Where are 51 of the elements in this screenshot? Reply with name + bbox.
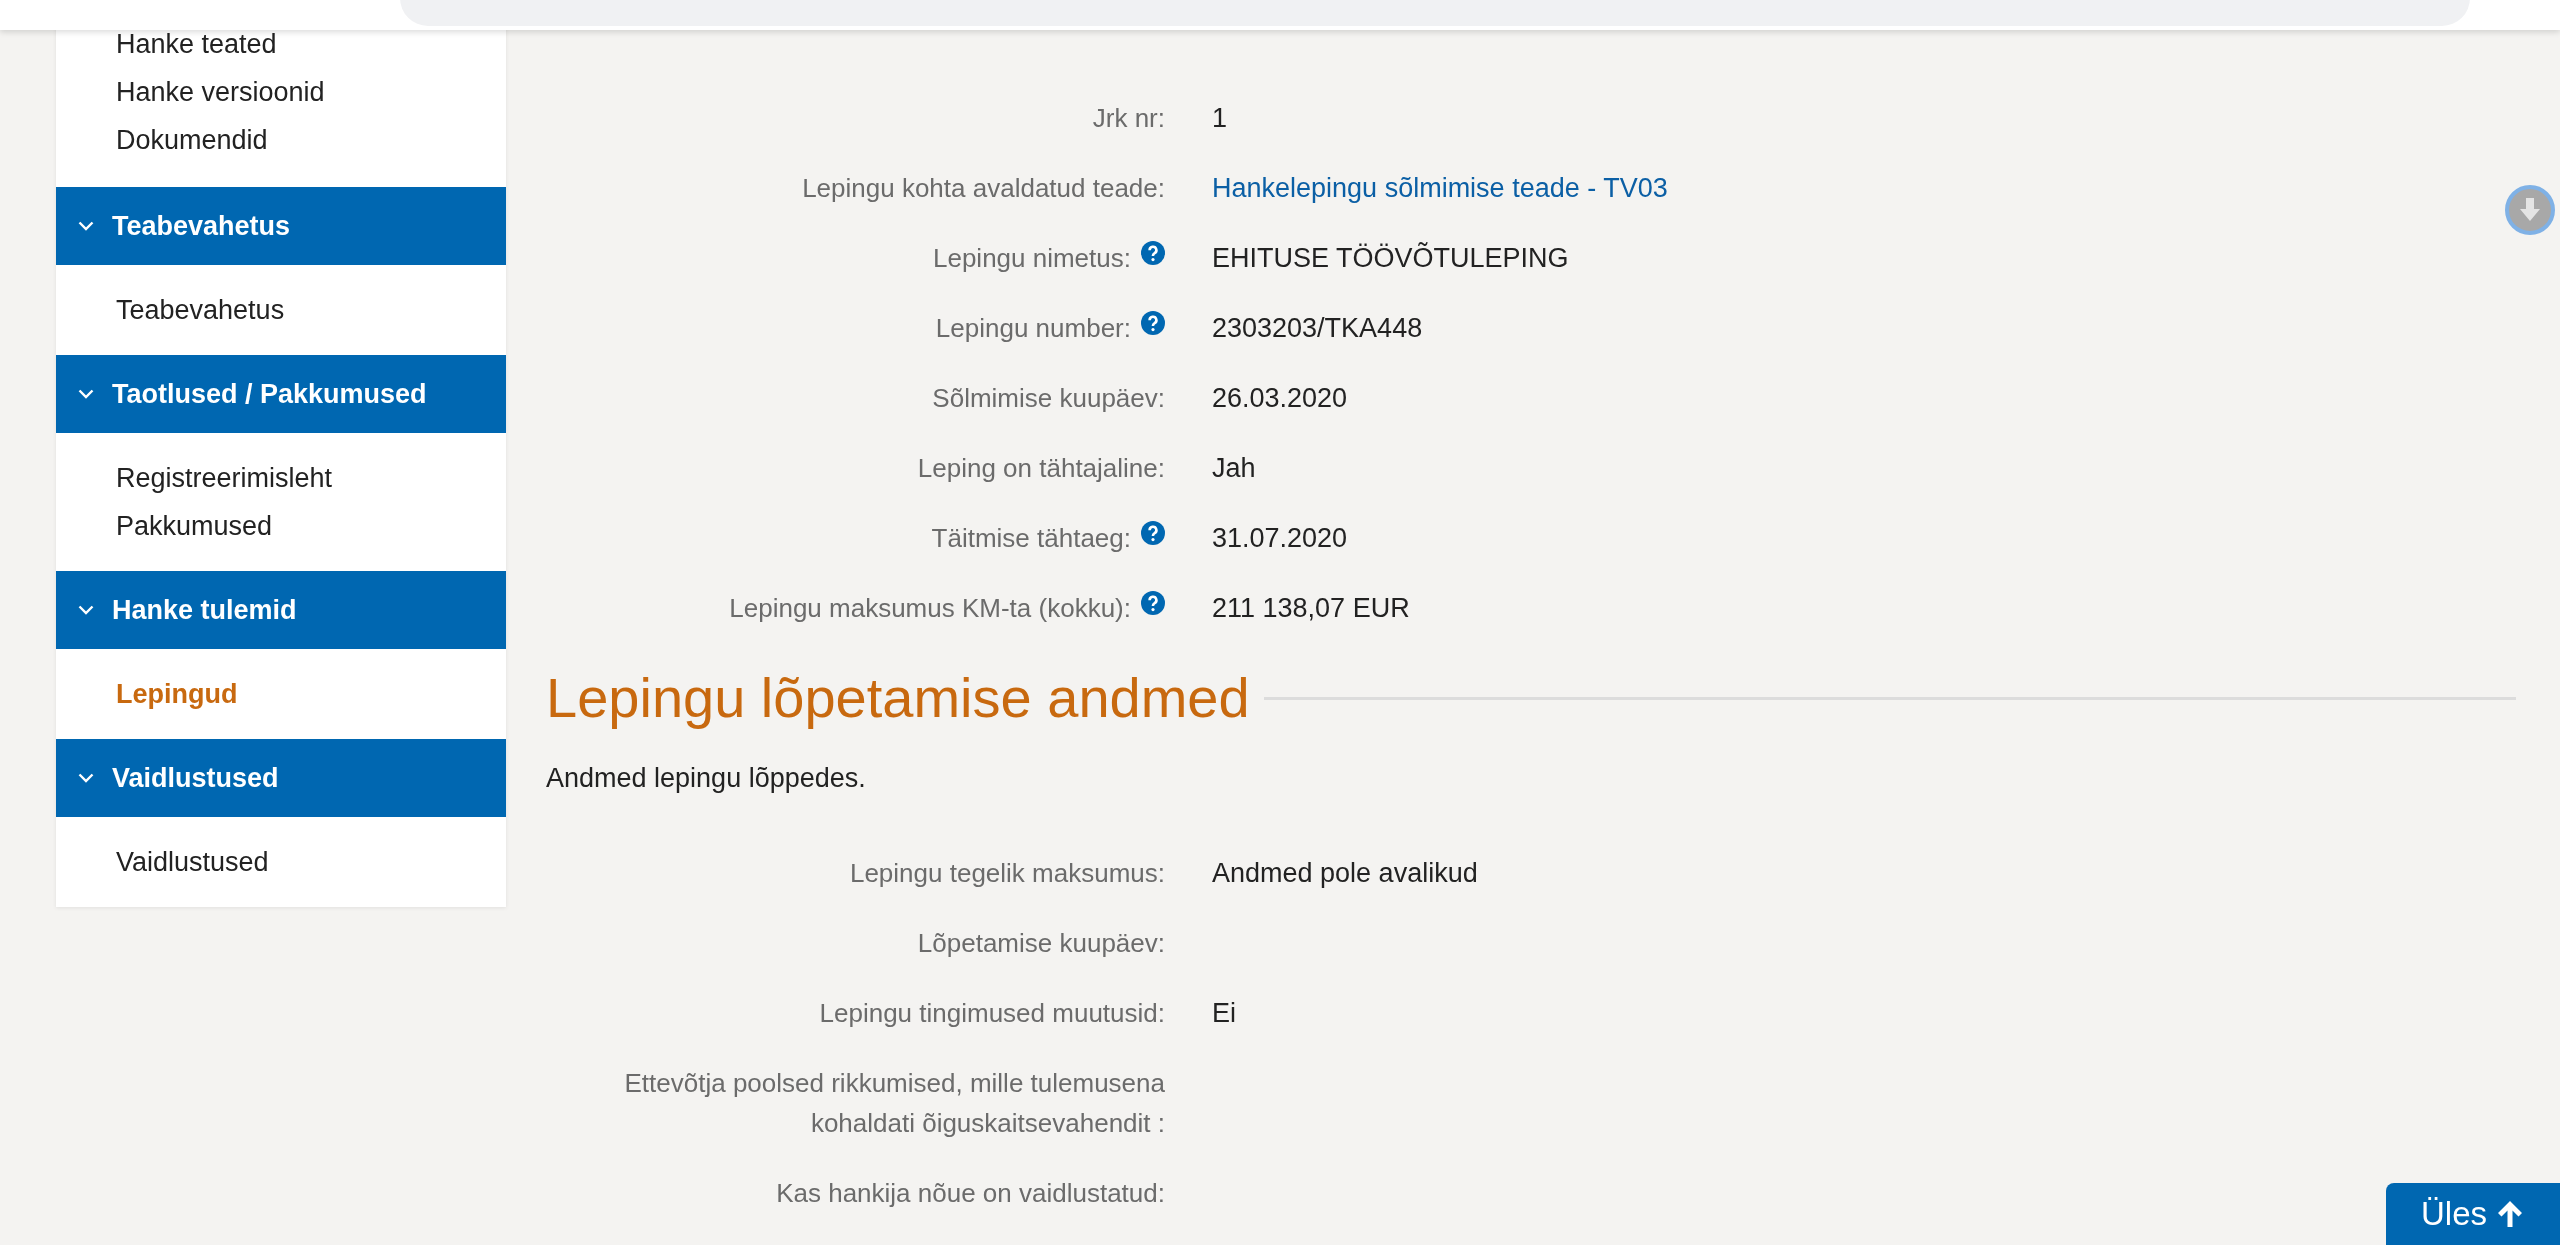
field-label: Lõpetamise kuupäev:: [917, 927, 1165, 960]
help-icon[interactable]: [1141, 311, 1165, 335]
chevron-icon: [78, 605, 94, 615]
section-title: Hanke tulemid: [112, 594, 297, 626]
chevron-icon: [78, 389, 94, 399]
section-title: Taotlused / Pakkumused: [112, 378, 427, 410]
sidebar-item[interactable]: Hanke teated: [56, 30, 506, 58]
sidebar-item[interactable]: Teabevahetus: [56, 296, 506, 324]
help-icon[interactable]: [1141, 521, 1165, 545]
field-value: 211 138,07 EUR: [1212, 592, 1410, 625]
notice-link[interactable]: Hankelepingu sõlmimise teade - TV03: [1212, 168, 1668, 208]
field-label: Ettevõtja poolsed rikkumised, mille tulemusena kohaldati õiguskaitsevahendit :: [623, 1067, 1165, 1140]
sidebar-section-header[interactable]: Taotlused / Pakkumused: [56, 355, 506, 433]
sidebar-section-header[interactable]: Teabevahetus: [56, 187, 506, 265]
field-value: EHITUSE TÖÖVÕTULEPING: [1212, 241, 1569, 275]
field-value: Ei: [1212, 997, 1236, 1030]
help-icon[interactable]: [1141, 591, 1165, 615]
help-icon[interactable]: [1141, 241, 1165, 265]
section-title: Vaidlustused: [112, 762, 279, 794]
arrow-down-icon: [2519, 198, 2541, 222]
field-value: Andmed pole avalikud: [1212, 857, 1478, 890]
chevron-icon: [78, 773, 94, 783]
field-label: Lepingu maksumus KM-ta (kokku):: [729, 592, 1131, 625]
back-to-top-button[interactable]: Üles: [2386, 1183, 2560, 1245]
field-value: 31.07.2020: [1212, 522, 1348, 555]
sidebar-item[interactable]: Dokumendid: [56, 126, 506, 154]
sidebar-item[interactable]: Lepingud: [56, 680, 506, 708]
field-label: Kas hankija nõue on vaidlustatud:: [776, 1177, 1165, 1210]
field-label: Jrk nr:: [1092, 102, 1165, 135]
section-description: Andmed lepingu lõppedes.: [546, 762, 867, 795]
field-value: 26.03.2020: [1212, 382, 1348, 415]
field-label: Sõlmimise kuupäev:: [932, 382, 1165, 415]
sidebar-item[interactable]: Pakkumused: [56, 512, 506, 540]
section-heading: Lepingu lõpetamise andmed: [546, 665, 1250, 731]
field-label: Lepingu tingimused muutusid:: [819, 997, 1165, 1030]
sidebar-section-header[interactable]: Vaidlustused: [56, 739, 506, 817]
field-label: Lepingu tegelik maksumus:: [849, 857, 1165, 890]
field-value: 2303203/TKA448: [1212, 312, 1423, 345]
field-label: Täitmise tähtaeg:: [931, 522, 1131, 555]
chevron-icon: [78, 221, 94, 231]
field-value: 1: [1212, 102, 1228, 135]
sidebar-item[interactable]: Vaidlustused: [56, 848, 506, 876]
field-value: Jah: [1212, 452, 1256, 485]
sidebar-item[interactable]: Hanke versioonid: [56, 78, 506, 106]
field-label: Lepingu kohta avaldatud teade:: [802, 172, 1165, 205]
sidebar-section-header[interactable]: Hanke tulemid: [56, 571, 506, 649]
section-title: Teabevahetus: [112, 210, 291, 242]
field-label: Lepingu number:: [935, 312, 1131, 345]
sidebar-item[interactable]: Registreerimisleht: [56, 464, 506, 492]
field-label: Leping on tähtajaline:: [917, 452, 1165, 485]
field-label: Lepingu nimetus:: [932, 242, 1131, 275]
